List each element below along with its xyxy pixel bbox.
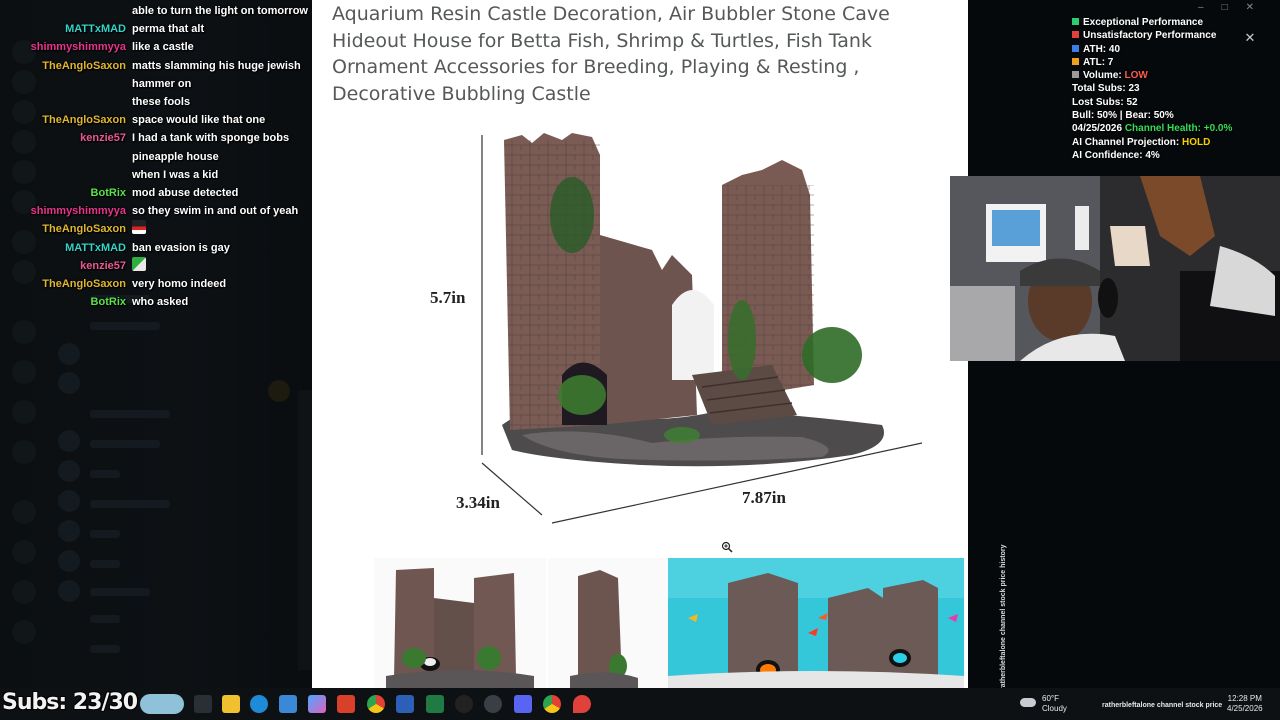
stat-channel-health: 04/25/2026 Channel Health: +0.0% xyxy=(1072,123,1233,135)
chat-text: able to turn the light on tomorrow xyxy=(132,5,308,17)
chat-message: shimmyshimmyya so they swim in and out of… xyxy=(0,202,312,220)
dim-depth-label: 3.34in xyxy=(456,493,500,512)
chat-message: shimmyshimmyya like a castle xyxy=(0,38,312,56)
orange-legend-icon xyxy=(1072,57,1079,65)
webcam-feed xyxy=(950,176,1280,361)
gray-legend-icon xyxy=(1072,71,1079,79)
chat-text: ban evasion is gay xyxy=(132,241,230,254)
chat-message: able to turn the light on tomorrow xyxy=(0,2,312,20)
stats-overlay: Exceptional Performance Unsatisfactory P… xyxy=(1072,16,1232,162)
stat-projection: AI Channel Projection: HOLD xyxy=(1072,136,1211,148)
chat-text xyxy=(132,220,312,238)
chat-message: TheAngloSaxon matts slamming his huge jew… xyxy=(0,57,312,112)
app-icon[interactable] xyxy=(484,695,502,713)
copilot-icon[interactable] xyxy=(308,695,326,713)
chat-text: I had a tank with sponge bobs pineapple … xyxy=(132,132,290,181)
chat-username: shimmyshimmyya xyxy=(30,41,126,54)
chat-message: BotRix mod abuse detected xyxy=(0,184,312,202)
store-icon[interactable] xyxy=(279,695,297,713)
chat-message: BotRix who asked xyxy=(0,293,312,311)
thumbnail-castle-side[interactable] xyxy=(548,558,668,688)
close-icon[interactable]: ✕ xyxy=(1240,28,1260,48)
chat-text: space would like that one xyxy=(132,114,266,127)
thumbnail-castle-front[interactable] xyxy=(374,558,546,688)
chrome-icon[interactable] xyxy=(367,695,385,713)
excel-icon[interactable] xyxy=(426,695,444,713)
taskbar-clock[interactable]: 12:28 PM 4/25/2026 xyxy=(1227,694,1263,714)
chat-username xyxy=(0,2,132,20)
stat-ath: ATH: 40 xyxy=(1072,43,1232,56)
cloud-icon xyxy=(1020,698,1036,707)
chat-text: so they swim in and out of yeah xyxy=(132,205,299,218)
chat-message: MATTxMAD ban evasion is gay xyxy=(0,239,312,257)
maps-pin-icon[interactable] xyxy=(573,695,591,713)
chat-text: mod abuse detected xyxy=(132,187,239,200)
chat-username: shimmyshimmyya xyxy=(30,205,126,218)
chat-username: BotRix xyxy=(90,296,126,309)
chat-username: TheAngloSaxon xyxy=(42,59,126,72)
chat-message: TheAngloSaxon xyxy=(0,220,312,238)
chat-text: perma that alt xyxy=(132,23,205,36)
chat-username: MATTxMAD xyxy=(65,241,126,254)
blue-legend-icon xyxy=(1072,44,1079,52)
window-controls[interactable]: ‒□✕ xyxy=(1198,2,1272,13)
chat-username: TheAngloSaxon xyxy=(42,223,126,236)
chat-username: kenzie57 xyxy=(80,132,126,145)
chat-message: TheAngloSaxon space would like that one xyxy=(0,111,312,129)
chrome-profile-icon[interactable] xyxy=(543,695,561,713)
task-view-icon[interactable] xyxy=(194,695,212,713)
chat-text: like a castle xyxy=(132,41,194,54)
main-product-image[interactable]: 5.7in 3.34in 7.87in xyxy=(422,125,932,530)
chat-username: TheAngloSaxon xyxy=(42,114,126,127)
discord-icon[interactable] xyxy=(514,695,532,713)
chat-message: kenzie57 I had a tank with sponge bobs pi… xyxy=(0,129,312,184)
chat-text: who asked xyxy=(132,296,189,309)
product-page: Aquarium Resin Castle Decoration, Air Bu… xyxy=(312,0,968,688)
chat-username: MATTxMAD xyxy=(65,23,126,36)
chat-overlay: able to turn the light on tomorrow MATTx… xyxy=(0,0,312,311)
start-icon[interactable] xyxy=(140,694,184,714)
chat-text: matts slamming his huge jewish hammer on… xyxy=(132,59,301,109)
red-emote-icon xyxy=(132,220,146,235)
subs-counter: Subs: 23/30 xyxy=(2,690,138,715)
taskbar xyxy=(0,688,1280,720)
stock-history-label: ratherbleftalone channel stock price his… xyxy=(1000,544,1007,691)
product-title: Aquarium Resin Castle Decoration, Air Bu… xyxy=(332,3,890,106)
chat-text xyxy=(132,256,312,275)
weather-widget[interactable]: 60°F Cloudy xyxy=(1042,694,1067,714)
legend-exceptional: Exceptional Performance xyxy=(1072,16,1232,29)
chat-username: BotRix xyxy=(90,187,126,200)
chat-message: MATTxMAD perma that alt xyxy=(0,20,312,38)
thumbnail-castle-in-tank[interactable] xyxy=(668,558,964,688)
dim-height-label: 5.7in xyxy=(430,288,466,307)
file-explorer-icon[interactable] xyxy=(222,695,240,713)
stat-atl: ATL: 7 xyxy=(1072,56,1232,69)
red-legend-icon xyxy=(1072,31,1079,39)
obs-icon[interactable] xyxy=(455,695,473,713)
word-icon[interactable] xyxy=(396,695,414,713)
screen: able to turn the light on tomorrow MATTx… xyxy=(0,0,1280,720)
chat-message: TheAngloSaxon very homo indeed xyxy=(0,275,312,293)
chat-username: TheAngloSaxon xyxy=(42,278,126,291)
green-legend-icon xyxy=(1072,18,1079,25)
stat-volume: Volume: LOW xyxy=(1072,69,1232,82)
stat-bull-bear: Bull: 50% | Bear: 50% xyxy=(1072,110,1174,122)
tray-stock-label: ratherbleftalone channel stock price xyxy=(1102,702,1223,709)
chat-username: kenzie57 xyxy=(80,259,126,272)
app-red-icon[interactable] xyxy=(337,695,355,713)
stat-lost-subs: Lost Subs: 52 xyxy=(1072,96,1138,108)
edge-icon[interactable] xyxy=(250,695,268,713)
stat-confidence: AI Confidence: 4% xyxy=(1072,149,1160,161)
zoom-icon[interactable] xyxy=(721,541,733,553)
legend-unsatisfactory: Unsatisfactory Performance xyxy=(1072,29,1232,42)
stat-total-subs: Total Subs: 23 xyxy=(1072,83,1140,95)
green-emote-icon xyxy=(132,256,146,271)
chat-text: very homo indeed xyxy=(132,278,227,291)
chat-message: kenzie57 xyxy=(0,256,312,275)
dim-width-label: 7.87in xyxy=(742,488,786,507)
